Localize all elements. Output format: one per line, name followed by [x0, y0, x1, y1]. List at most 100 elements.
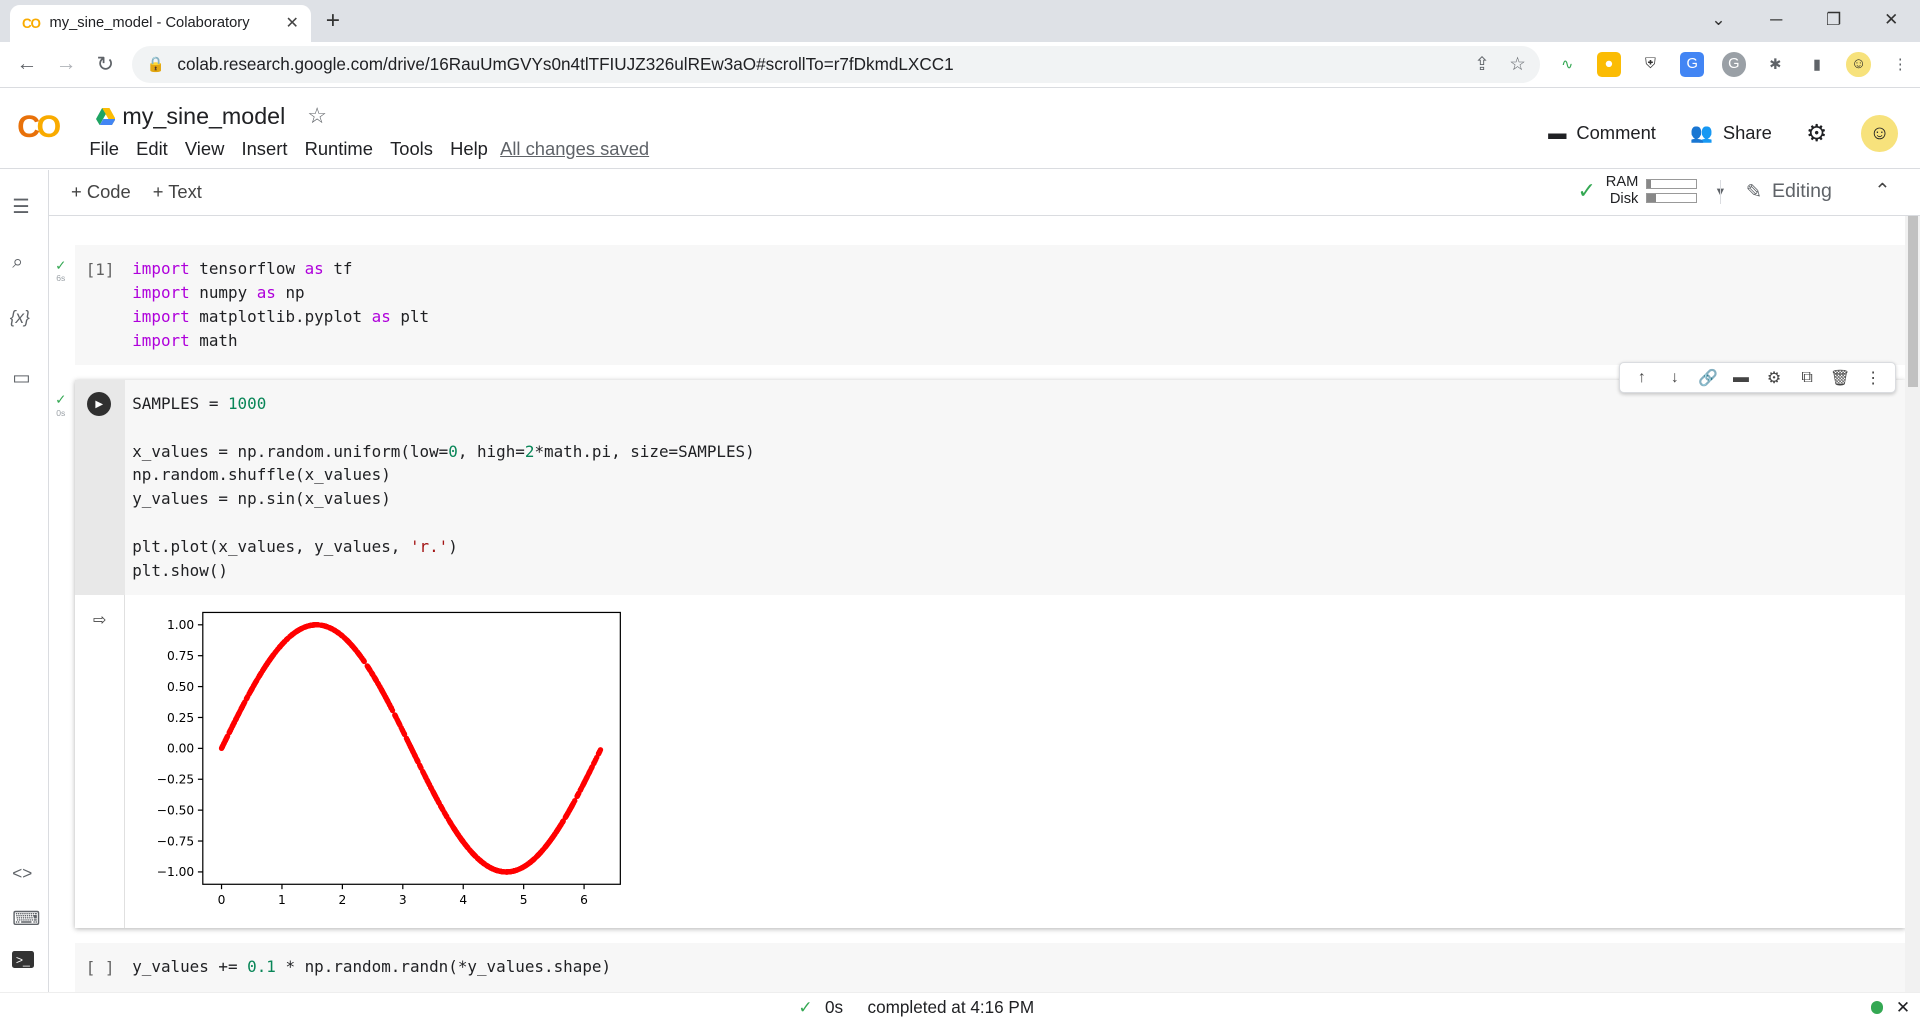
menu-file[interactable]: File: [89, 138, 119, 160]
extension-yellow-icon[interactable]: ●: [1596, 52, 1622, 77]
run-time: 0s: [56, 407, 66, 418]
code-token: numpy: [189, 282, 257, 302]
data-point: [470, 850, 477, 857]
execution-count: [1]: [85, 259, 115, 279]
code-cell[interactable]: [ ] y_values += 0.1 * np.random.randn(*y…: [74, 942, 1906, 992]
data-point: [222, 738, 229, 744]
code-token: , high=: [457, 441, 525, 461]
side-panel-icon[interactable]: ▮: [1805, 52, 1829, 76]
link-icon[interactable]: 🔗: [1691, 368, 1724, 388]
screen: CO my_sine_model - Colaboratory ✕ + ⌄ ─ …: [0, 0, 1920, 1020]
google-drive-icon[interactable]: [95, 107, 116, 125]
tab-search-icon[interactable]: ⌄: [1690, 0, 1748, 42]
scrollbar[interactable]: [1905, 215, 1920, 992]
reload-icon[interactable]: ↻: [86, 52, 125, 77]
data-point: [388, 704, 395, 711]
data-point: [262, 664, 268, 671]
sine-plot: 0 1 2 3 4 5 6 1.00 0.75 0.50 0.25 0.00 −0.25 −0.50 −0.…: [157, 611, 622, 907]
more-options-icon[interactable]: ⋮: [1857, 368, 1890, 388]
collapse-header-icon[interactable]: ⌃: [1874, 179, 1890, 203]
add-text-button[interactable]: + Text: [153, 181, 202, 203]
share-button[interactable]: 👥 Share: [1690, 122, 1772, 144]
menu-runtime[interactable]: Runtime: [305, 138, 373, 160]
clear-output-icon[interactable]: ⇨: [93, 610, 106, 630]
code-editor[interactable]: y_values += 0.1 * np.random.randn(*y_val…: [132, 955, 611, 979]
code-cell[interactable]: ✓ 6s [1] import tensorflow as tf import n…: [55, 244, 1906, 365]
ram-label: RAM: [1605, 173, 1639, 190]
star-notebook-icon[interactable]: ☆: [307, 103, 327, 129]
menu-view[interactable]: View: [185, 138, 224, 160]
success-check-icon: ✓: [55, 392, 67, 408]
add-code-button[interactable]: + Code: [71, 181, 131, 203]
data-point: [591, 760, 597, 766]
forward-icon[interactable]: →: [47, 52, 86, 76]
chrome-menu-icon[interactable]: ⋮: [1888, 52, 1912, 76]
code-token: 1000: [227, 393, 267, 413]
new-tab-icon[interactable]: +: [326, 7, 340, 35]
data-point: [269, 653, 276, 660]
variables-icon[interactable]: {x}: [10, 307, 30, 328]
comment-button[interactable]: ▬ Comment: [1548, 122, 1656, 144]
close-tab-icon[interactable]: ✕: [285, 13, 298, 33]
data-point: [558, 821, 565, 827]
menu-help[interactable]: Help: [450, 138, 488, 160]
data-point: [440, 807, 447, 813]
menu-tools[interactable]: Tools: [390, 138, 433, 160]
resources-indicator[interactable]: ✓ RAM Disk ▾: [1578, 174, 1725, 208]
move-up-icon[interactable]: ↑: [1625, 369, 1658, 387]
data-point: [530, 857, 537, 863]
scrollbar-thumb[interactable]: [1907, 215, 1918, 387]
extensions-area: ∿ ● ⛨ G G ✱ ▮ ☺ ⋮: [1555, 52, 1912, 77]
disk-label: Disk: [1609, 191, 1639, 208]
data-point: [405, 738, 411, 744]
move-down-icon[interactable]: ↓: [1658, 369, 1691, 387]
grammarly-icon[interactable]: G: [1721, 52, 1747, 77]
x-tick-label: 5: [520, 893, 528, 907]
extension-shield-icon[interactable]: ⛨: [1638, 52, 1662, 76]
back-icon[interactable]: ←: [7, 52, 46, 76]
code-editor[interactable]: SAMPLES = 1000 x_values = np.random.unifo…: [132, 392, 755, 583]
account-avatar[interactable]: ☺: [1861, 115, 1898, 152]
close-window-icon[interactable]: ✕: [1862, 0, 1920, 42]
notebook-title[interactable]: my_sine_model: [122, 103, 285, 130]
data-point: [565, 810, 571, 816]
editing-label: Editing: [1771, 180, 1832, 203]
code-token: import: [132, 282, 190, 302]
editing-mode-button[interactable]: ✎ Editing: [1720, 179, 1832, 204]
command-palette-icon[interactable]: ⌨: [12, 907, 40, 931]
google-translate-icon[interactable]: G: [1679, 52, 1705, 77]
share-label: Share: [1722, 122, 1772, 144]
code-editor[interactable]: import tensorflow as tf import numpy as n…: [132, 257, 429, 353]
search-icon[interactable]: ⌕: [12, 251, 23, 274]
extension-wave-icon[interactable]: ∿: [1555, 52, 1579, 76]
connection-dot: [1871, 1001, 1884, 1014]
menu-edit[interactable]: Edit: [136, 138, 168, 160]
profile-avatar-icon[interactable]: ☺: [1846, 52, 1871, 77]
comment-cell-icon[interactable]: ▬: [1724, 369, 1757, 387]
colab-logo[interactable]: CO: [17, 108, 61, 145]
url-text[interactable]: colab.research.google.com/drive/16RauUmG…: [177, 54, 1454, 75]
code-token: as: [256, 282, 276, 302]
terminal-icon[interactable]: >_: [12, 951, 34, 968]
cell-settings-icon[interactable]: ⚙: [1757, 368, 1790, 388]
code-cell-focused[interactable]: ✓ 0s ▶ SAMPLES = 1000 x_values = np.rando…: [55, 379, 1906, 929]
code-snippets-icon[interactable]: <>: [12, 863, 32, 884]
share-page-icon[interactable]: ⇪: [1474, 53, 1489, 75]
lock-icon[interactable]: 🔒: [147, 55, 165, 73]
bookmark-star-icon[interactable]: ☆: [1509, 53, 1525, 75]
extensions-puzzle-icon[interactable]: ✱: [1763, 52, 1787, 76]
delete-icon[interactable]: 🗑: [1824, 368, 1857, 388]
status-bar: ✓ 0s completed at 4:16 PM ✕: [0, 991, 1920, 1020]
settings-gear-icon[interactable]: ⚙: [1806, 120, 1827, 147]
minimize-icon[interactable]: ─: [1747, 0, 1805, 42]
save-status[interactable]: All changes saved: [500, 138, 649, 160]
table-of-contents-icon[interactable]: ☰: [12, 195, 30, 219]
close-status-icon[interactable]: ✕: [1896, 997, 1910, 1018]
menu-insert[interactable]: Insert: [242, 138, 288, 160]
x-tick-label: 2: [339, 893, 347, 907]
files-folder-icon[interactable]: ▭: [12, 366, 31, 390]
mirror-cell-icon[interactable]: ⧉: [1791, 369, 1824, 387]
restore-icon[interactable]: ❐: [1805, 0, 1863, 42]
browser-tab[interactable]: CO my_sine_model - Colaboratory ✕: [9, 4, 311, 42]
address-bar[interactable]: 🔒 colab.research.google.com/drive/16RauU…: [132, 46, 1541, 83]
